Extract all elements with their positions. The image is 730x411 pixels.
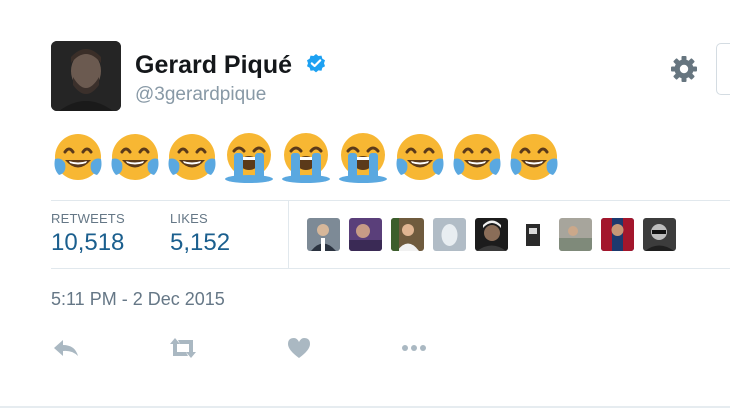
avatar[interactable] [51, 41, 121, 111]
divider-top [51, 200, 730, 201]
reply-icon[interactable] [51, 334, 81, 362]
face-with-tears-of-joy-icon [168, 134, 216, 180]
loudly-crying-face-icon [225, 133, 273, 183]
divider-bottom [51, 268, 730, 269]
likes-count: 5,152 [170, 229, 231, 256]
more-icon[interactable] [399, 334, 429, 362]
retweet-icon[interactable] [168, 334, 198, 362]
face-with-tears-of-joy-icon [396, 134, 444, 180]
user-name[interactable]: Gerard Piqué [135, 51, 292, 80]
liker-avatar[interactable] [643, 218, 676, 251]
face-with-tears-of-joy-icon [54, 134, 102, 180]
liker-avatar[interactable] [391, 218, 424, 251]
likes-label: LIKES [170, 211, 208, 226]
face-with-tears-of-joy-icon [111, 134, 159, 180]
follow-button[interactable] [716, 43, 730, 95]
gear-icon[interactable] [668, 53, 700, 85]
loudly-crying-face-icon [339, 133, 387, 183]
liker-avatar[interactable] [559, 218, 592, 251]
liker-avatar[interactable] [601, 218, 634, 251]
face-with-tears-of-joy-icon [510, 134, 558, 180]
liker-avatar[interactable] [517, 218, 550, 251]
liker-avatar[interactable] [475, 218, 508, 251]
loudly-crying-face-icon [282, 133, 330, 183]
retweets-count: 10,518 [51, 229, 125, 256]
verified-badge-icon [305, 53, 327, 75]
user-handle[interactable]: @3gerardpique [135, 84, 266, 106]
tweet-text [51, 131, 571, 187]
tweet-bottom-border [0, 406, 730, 408]
liker-avatar[interactable] [433, 218, 466, 251]
face-with-tears-of-joy-icon [453, 134, 501, 180]
divider-vertical [288, 201, 289, 268]
liker-avatar[interactable] [349, 218, 382, 251]
retweets-stat[interactable]: RETWEETS 10,518 [51, 211, 125, 257]
retweets-label: RETWEETS [51, 211, 125, 226]
liker-avatar[interactable] [307, 218, 340, 251]
tweet-timestamp[interactable]: 5:11 PM - 2 Dec 2015 [51, 289, 225, 310]
likes-stat[interactable]: LIKES 5,152 [170, 211, 230, 257]
like-icon[interactable] [284, 334, 314, 362]
